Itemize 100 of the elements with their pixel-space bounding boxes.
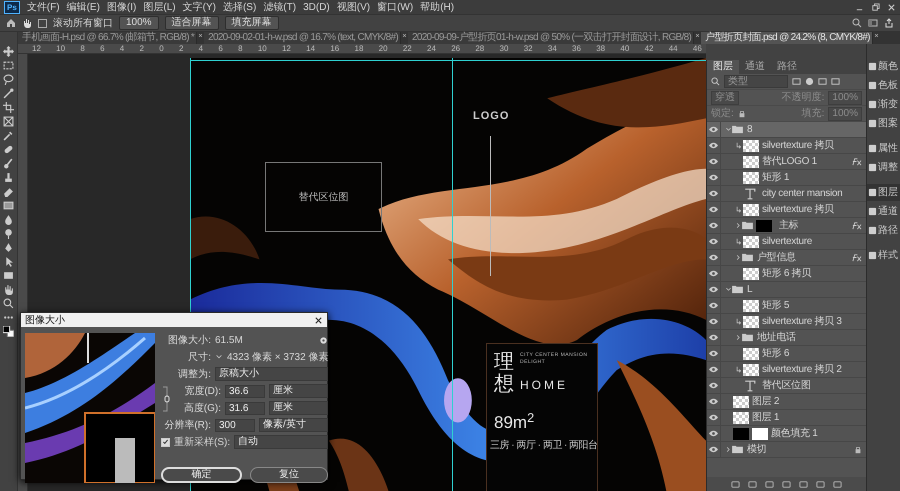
- unit-dropdown[interactable]: 厘米: [269, 384, 328, 398]
- field-label: 调整为:: [177, 368, 211, 382]
- ruler-number: 12: [32, 44, 41, 53]
- panel-tab[interactable]: 通道: [739, 60, 771, 74]
- ruler-number: 34: [548, 44, 557, 53]
- menu-item[interactable]: 帮助(H): [420, 0, 454, 14]
- toolbar-button[interactable]: 100%: [119, 16, 159, 30]
- ruler-number: 42: [644, 44, 654, 53]
- layer-row[interactable]: silvertexture 拷贝 2: [707, 362, 866, 378]
- lock-label: 锁定:: [711, 106, 734, 121]
- layer-row[interactable]: 地址电话: [707, 330, 866, 346]
- layer-row[interactable]: silvertexture 拷贝 3: [707, 314, 866, 330]
- panel-button[interactable]: 颜色: [867, 58, 900, 75]
- layer-row[interactable]: L: [707, 282, 866, 298]
- layer-name: silvertexture 拷贝: [762, 203, 835, 217]
- ruler-number: 38: [596, 44, 606, 53]
- menu-item[interactable]: 选择(S): [222, 0, 256, 14]
- number-field[interactable]: 31.6: [225, 402, 265, 414]
- menu-item[interactable]: 窗口(W): [377, 0, 414, 14]
- layer-row[interactable]: 模切: [707, 442, 866, 458]
- number-field[interactable]: 36.6: [225, 384, 265, 398]
- layer-name: 矩形 1: [762, 171, 790, 185]
- panel-button[interactable]: 图层: [867, 184, 900, 201]
- ruler-number: 6: [100, 44, 105, 53]
- layer-name: 颜色填充 1: [771, 426, 819, 441]
- layer-name: city center mansion: [762, 187, 844, 201]
- layer-row[interactable]: 图层 2: [707, 394, 866, 410]
- menu-item[interactable]: 文件(F): [26, 0, 60, 14]
- layout-text: 三房 · 两厅 · 两卫 · 两阳台: [490, 438, 598, 453]
- layer-name: 地址电话: [757, 330, 797, 345]
- menu-item[interactable]: 文字(Y): [182, 0, 216, 14]
- layer-row[interactable]: 替代区位图: [707, 378, 866, 394]
- document-tab[interactable]: 手机画面-H.psd @ 66.7% (邮箱节, RGB/8) *: [18, 32, 198, 44]
- layer-row[interactable]: 矩形 1: [707, 170, 866, 186]
- layer-row[interactable]: 颜色填充 1: [707, 426, 866, 442]
- layer-row[interactable]: 户型信息: [707, 250, 866, 266]
- panel-button[interactable]: 属性: [867, 140, 900, 157]
- ruler-number: 2: [178, 44, 184, 53]
- toolbar-button[interactable]: 填充屏幕: [224, 16, 279, 30]
- layer-name: 图层 2: [752, 395, 780, 409]
- layer-row[interactable]: 图层 1: [707, 410, 866, 426]
- layer-row[interactable]: 矩形 5: [707, 298, 866, 314]
- layer-row[interactable]: city center mansion: [707, 186, 866, 202]
- layer-row[interactable]: 矩形 6: [707, 346, 866, 362]
- layer-name: 主标: [779, 218, 800, 233]
- layer-row[interactable]: silvertexture 拷贝: [707, 202, 866, 218]
- layer-name: 替代区位图: [762, 378, 812, 393]
- ruler-number: 46: [692, 44, 702, 53]
- title-text: 理想: [494, 350, 514, 394]
- document-tab[interactable]: 2020-09-09-户型折页01-h-w.psd @ 50% (一双击打开封面设计, RGB/8): [408, 32, 694, 44]
- opacity-label: 不透明度:: [782, 90, 824, 105]
- toolbar-button[interactable]: 适合屏幕: [164, 16, 219, 30]
- panel-tab[interactable]: 图层: [707, 60, 739, 74]
- layer-name: silvertexture 拷贝 2: [762, 363, 843, 377]
- ruler-number: 14: [306, 44, 316, 53]
- layer-row[interactable]: silvertexture: [707, 234, 866, 250]
- field-label: 重新采样(S):: [174, 436, 230, 450]
- layer-row[interactable]: 8: [707, 122, 866, 138]
- ruler-number: 22: [402, 44, 412, 53]
- ruler-number: 24: [427, 44, 436, 53]
- panel-button[interactable]: 图案: [867, 115, 900, 132]
- panel-button[interactable]: 样式: [867, 247, 900, 264]
- dropdown[interactable]: 原稿大小: [215, 367, 328, 381]
- layer-row[interactable]: 主标: [707, 218, 866, 234]
- menu-item[interactable]: 3D(D): [303, 0, 330, 14]
- number-field[interactable]: 300: [215, 418, 255, 432]
- unit-dropdown[interactable]: 像素/英寸: [259, 418, 328, 432]
- dialog-button[interactable]: 确定: [161, 467, 242, 483]
- ruler-number: 26: [451, 44, 460, 53]
- menu-item[interactable]: 视图(V): [336, 0, 370, 14]
- dialog-title: 图像大小: [25, 314, 65, 328]
- menu-item[interactable]: 滤镜(T): [263, 0, 296, 14]
- dropdown[interactable]: 自动: [234, 435, 328, 449]
- layer-name: 矩形 6: [762, 347, 790, 361]
- panel-button[interactable]: 调整: [867, 159, 900, 176]
- filter-field[interactable]: 类型: [724, 75, 788, 88]
- dialog-button[interactable]: 复位: [250, 467, 328, 483]
- panel-button[interactable]: 渐变: [867, 96, 900, 113]
- ruler-number: 36: [572, 44, 581, 53]
- unit-dropdown[interactable]: 厘米: [269, 401, 328, 415]
- checkbox-label: 滚动所有窗口: [53, 16, 113, 30]
- document-tab[interactable]: 2020-09-02-01-h-w.psd @ 16.7% (text, CMYK/8#): [204, 32, 401, 44]
- menu-item[interactable]: 图像(I): [106, 0, 136, 14]
- panel-tab[interactable]: 路径: [771, 60, 803, 74]
- area-text: 89m$^{2}$: [494, 410, 534, 434]
- ruler-number: 4: [198, 44, 204, 53]
- panel-button[interactable]: 通道: [867, 203, 900, 220]
- layer-row[interactable]: silvertexture 拷贝: [707, 138, 866, 154]
- ruler-number: 6: [218, 44, 223, 53]
- ruler-number: 4: [120, 44, 124, 53]
- layer-name: 矩形 6 拷贝: [762, 267, 812, 281]
- layer-row[interactable]: 矩形 6 拷贝: [707, 266, 866, 282]
- field-label: 宽度(D):: [183, 384, 221, 398]
- menu-item[interactable]: 图层(L): [143, 0, 176, 14]
- ruler-number: 28: [475, 44, 484, 53]
- document-tab[interactable]: 户型折页封面.psd @ 24.2% (8, CMYK/8#): [701, 32, 873, 44]
- panel-button[interactable]: 路径: [867, 222, 900, 239]
- layer-row[interactable]: 替代LOGO 1: [707, 154, 866, 170]
- panel-button[interactable]: 色板: [867, 77, 900, 94]
- menu-item[interactable]: 编辑(E): [66, 0, 100, 14]
